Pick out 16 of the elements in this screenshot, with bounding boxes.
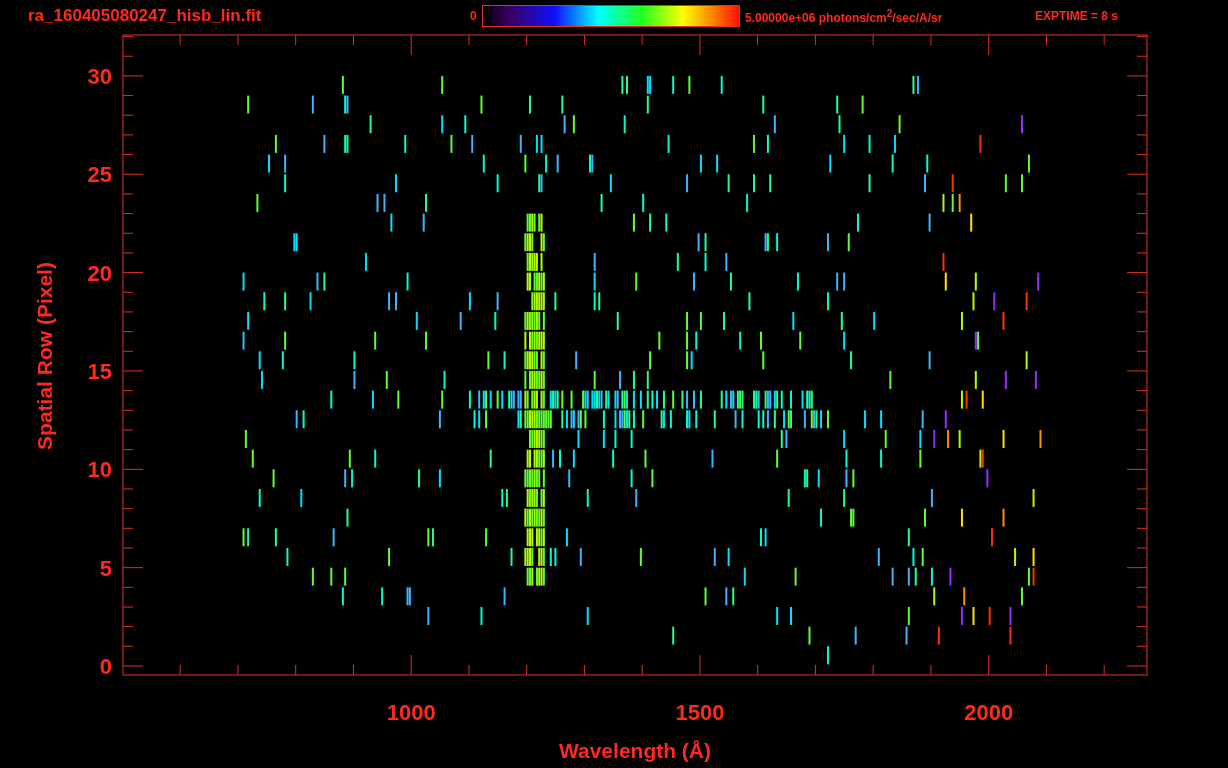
colorbar-max-label: 5.00000e+06 photons/cm$^{2}$/sec/A/sr [745,7,944,25]
exposure-time: EXPTIME = 8 s [1035,9,1119,23]
y-tick-label: 10 [87,457,112,483]
x-tick-label: 1000 [386,700,436,725]
y-axis-title: Spatial Row (Pixel) [33,262,56,450]
y-tick-label: 20 [87,260,112,286]
y-tick-label: 5 [99,555,112,581]
x-tick-label: 2000 [964,700,1014,725]
y-tick-label: 0 [99,654,112,679]
x-tick-label: 1500 [675,700,725,725]
y-tick-label: 25 [87,162,112,188]
x-axis-title: Wavelength (Å) [558,739,712,762]
file-name: ra_160405080247_hisb_lin.fit [28,6,263,26]
y-tick-label: 15 [87,358,112,384]
colorbar-min-label: 0 [470,9,478,23]
y-tick-label: 30 [87,63,112,89]
